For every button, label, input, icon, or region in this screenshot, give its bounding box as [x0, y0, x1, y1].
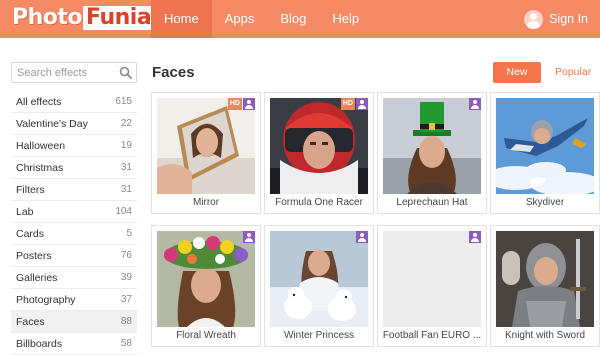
effect-title: Floral Wreath [176, 330, 236, 341]
effect-card-knight-with-sword[interactable]: Knight with Sword [490, 225, 600, 347]
sidebar-item-count: 76 [120, 250, 132, 261]
sidebar-item-count: 39 [120, 272, 132, 283]
sidebar-item-lab[interactable]: Lab 104 [11, 201, 137, 223]
sidebar-item-label: Posters [16, 249, 52, 262]
nav-apps[interactable]: Apps [212, 0, 268, 38]
effect-thumbnail: HD [270, 98, 368, 194]
top-header: Photo Funia Home Apps Blog Help Sign In [0, 0, 600, 38]
sidebar-item-cards[interactable]: Cards 5 [11, 223, 137, 245]
sidebar-item-label: Galleries [16, 271, 58, 284]
sidebar-item-billboards[interactable]: Billboards 58 [11, 333, 137, 355]
nav-home[interactable]: Home [151, 0, 212, 38]
effect-thumbnail [496, 98, 594, 194]
effect-thumbnail [157, 231, 255, 327]
effect-card-mirror[interactable]: HD Mirror [151, 92, 261, 214]
effect-thumbnail: HD [157, 98, 255, 194]
search-input[interactable] [12, 63, 112, 83]
sidebar-item-galleries[interactable]: Galleries 39 [11, 267, 137, 289]
effect-title: Mirror [192, 197, 220, 208]
sign-in-link[interactable]: Sign In [524, 0, 588, 38]
sidebar-item-count: 5 [126, 228, 132, 239]
sidebar-item-label: Filters [16, 183, 45, 196]
page-title: Faces [152, 64, 195, 81]
user-avatar-icon [524, 9, 544, 29]
user-photo-icon [243, 98, 255, 110]
user-photo-icon [469, 98, 481, 110]
sidebar-item-label: Photography [16, 293, 76, 306]
effect-card-leprechaun-hat[interactable]: Leprechaun Hat [377, 92, 487, 214]
effect-title: Formula One Racer [275, 197, 363, 208]
sidebar-item-count: 19 [120, 140, 132, 151]
effect-thumbnail [270, 231, 368, 327]
effect-thumbnail [496, 231, 594, 327]
effect-title: Football Fan EURO ... [382, 330, 482, 341]
user-photo-icon [356, 98, 368, 110]
sidebar-item-all-effects[interactable]: All effects 615 [11, 91, 137, 113]
sidebar-item-posters[interactable]: Posters 76 [11, 245, 137, 267]
effect-title: Leprechaun Hat [396, 197, 468, 208]
nav-blog[interactable]: Blog [267, 0, 319, 38]
sidebar-item-photography[interactable]: Photography 37 [11, 289, 137, 311]
sidebar-item-faces[interactable]: Faces 88 [11, 311, 137, 333]
effect-title: Knight with Sword [504, 330, 586, 341]
sidebar-item-count: 104 [115, 206, 132, 217]
effect-card-formula-one-racer[interactable]: HD Formula One Racer [264, 92, 374, 214]
effect-card-winter-princess[interactable]: Winter Princess [264, 225, 374, 347]
search-icon[interactable] [119, 66, 132, 79]
sort-popular-link[interactable]: Popular [555, 62, 591, 83]
sign-in-label: Sign In [549, 12, 588, 26]
sidebar-item-count: 615 [115, 96, 132, 107]
sidebar-item-label: Faces [16, 315, 45, 328]
effect-card-floral-wreath[interactable]: Floral Wreath [151, 225, 261, 347]
sidebar-item-label: Christmas [16, 161, 64, 174]
search-box [11, 62, 137, 83]
main-nav: Home Apps Blog Help [151, 0, 372, 38]
logo-text-funia: Funia [83, 6, 155, 30]
sidebar-item-label: Lab [16, 205, 34, 218]
sidebar-item-valentines-day[interactable]: Valentine's Day 22 [11, 113, 137, 135]
sidebar-item-label: Cards [16, 227, 45, 240]
sidebar-item-halloween[interactable]: Halloween 19 [11, 135, 137, 157]
category-sidebar: All effects 615 Valentine's Day 22 Hallowe… [11, 91, 137, 355]
effect-card-skydiver[interactable]: Skydiver [490, 92, 600, 214]
effect-card-football-fan-euro[interactable]: Football Fan EURO ... [377, 225, 487, 347]
effect-thumbnail [383, 231, 481, 327]
sidebar-item-count: 88 [120, 316, 132, 327]
effect-title: Winter Princess [283, 330, 354, 341]
sidebar-item-count: 37 [120, 294, 132, 305]
user-photo-icon [469, 231, 481, 243]
sidebar-item-filters[interactable]: Filters 31 [11, 179, 137, 201]
sidebar-item-count: 22 [120, 118, 132, 129]
sidebar-item-count: 31 [120, 184, 132, 195]
sort-new-button[interactable]: New [493, 62, 541, 83]
photofunia-logo[interactable]: Photo Funia [12, 5, 155, 33]
user-photo-icon [356, 231, 368, 243]
logo-text-photo: Photo [12, 5, 83, 30]
sidebar-item-count: 58 [120, 338, 132, 349]
sidebar-item-label: Valentine's Day [16, 117, 88, 130]
hd-badge: HD [227, 98, 242, 110]
nav-help[interactable]: Help [319, 0, 372, 38]
user-photo-icon [243, 231, 255, 243]
sidebar-item-label: Halloween [16, 139, 66, 152]
sidebar-item-count: 31 [120, 162, 132, 173]
sidebar-item-label: Billboards [16, 337, 63, 350]
hd-badge: HD [340, 98, 355, 110]
sidebar-item-christmas[interactable]: Christmas 31 [11, 157, 137, 179]
effect-thumbnail [383, 98, 481, 194]
effect-title: Skydiver [525, 197, 565, 208]
sidebar-item-label: All effects [16, 95, 62, 108]
